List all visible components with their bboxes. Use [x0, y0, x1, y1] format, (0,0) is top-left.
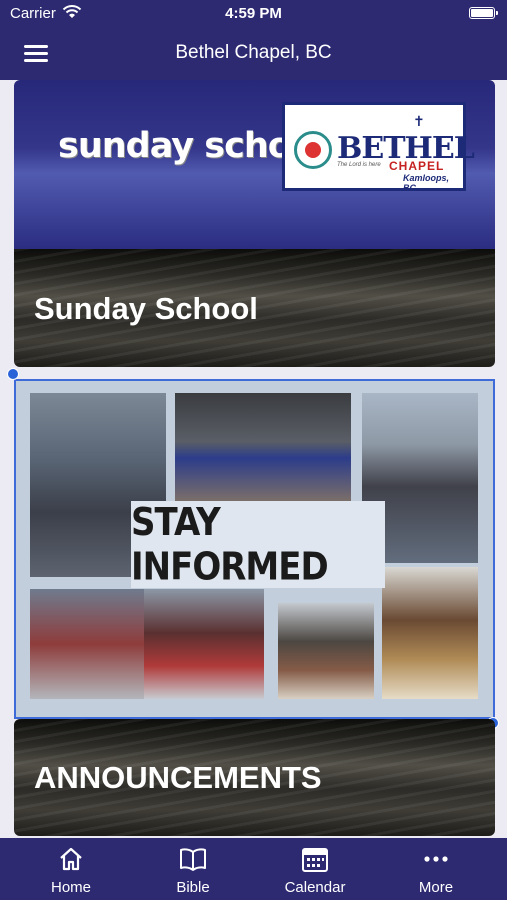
logo-emblem-icon: [294, 131, 332, 169]
bethel-chapel-logo: ✝ BETHEL The Lord is here CHAPEL Kamloop…: [282, 102, 475, 193]
sunday-school-card[interactable]: sunday school ✝ BETHEL The Lord is here …: [14, 80, 495, 367]
page-title: Bethel Chapel, BC: [175, 42, 332, 63]
calendar-icon: [302, 848, 328, 872]
content-list[interactable]: sunday school ✝ BETHEL The Lord is here …: [0, 80, 507, 838]
book-icon: [180, 848, 206, 871]
logo-tagline: The Lord is here: [337, 162, 381, 168]
tab-label: Bible: [176, 879, 210, 896]
sunday-school-banner: sunday school ✝ BETHEL The Lord is here …: [14, 80, 495, 250]
more-dots-icon: [424, 856, 448, 862]
tab-more[interactable]: More: [373, 838, 499, 900]
battery-icon: [469, 7, 498, 19]
stay-informed-text: STAY INFORMED: [131, 499, 329, 590]
selection-handle-top-left[interactable]: [7, 368, 19, 380]
photo-choir: [30, 589, 144, 699]
status-bar: Carrier 4:59 PM: [0, 0, 507, 28]
tab-label: Calendar: [284, 879, 346, 896]
announcements-card[interactable]: ANNOUNCEMENTS: [14, 719, 495, 836]
tab-bible[interactable]: Bible: [130, 838, 256, 900]
tab-label: Home: [50, 879, 91, 896]
tab-calendar[interactable]: Calendar: [252, 838, 378, 900]
card-title: Sunday School: [34, 291, 258, 326]
photo-singer: [175, 393, 351, 501]
photo-couple: [382, 567, 478, 699]
tab-home[interactable]: Home: [8, 838, 134, 900]
tab-bar: Home Bible Calendar More: [0, 838, 507, 900]
card-title: ANNOUNCEMENTS: [34, 760, 322, 795]
stay-informed-collage[interactable]: STAY INFORMED: [14, 379, 495, 719]
home-icon: [60, 847, 82, 871]
photo-children: [278, 603, 374, 699]
navigation-bar: Bethel Chapel, BC: [0, 28, 507, 80]
logo-location: Kamloops, BC: [403, 173, 450, 193]
photo-worship: [144, 589, 264, 699]
stay-informed-banner: STAY INFORMED: [131, 499, 385, 590]
logo-subname: CHAPEL: [389, 159, 445, 173]
status-time: 4:59 PM: [225, 5, 282, 22]
tab-label: More: [418, 879, 454, 896]
